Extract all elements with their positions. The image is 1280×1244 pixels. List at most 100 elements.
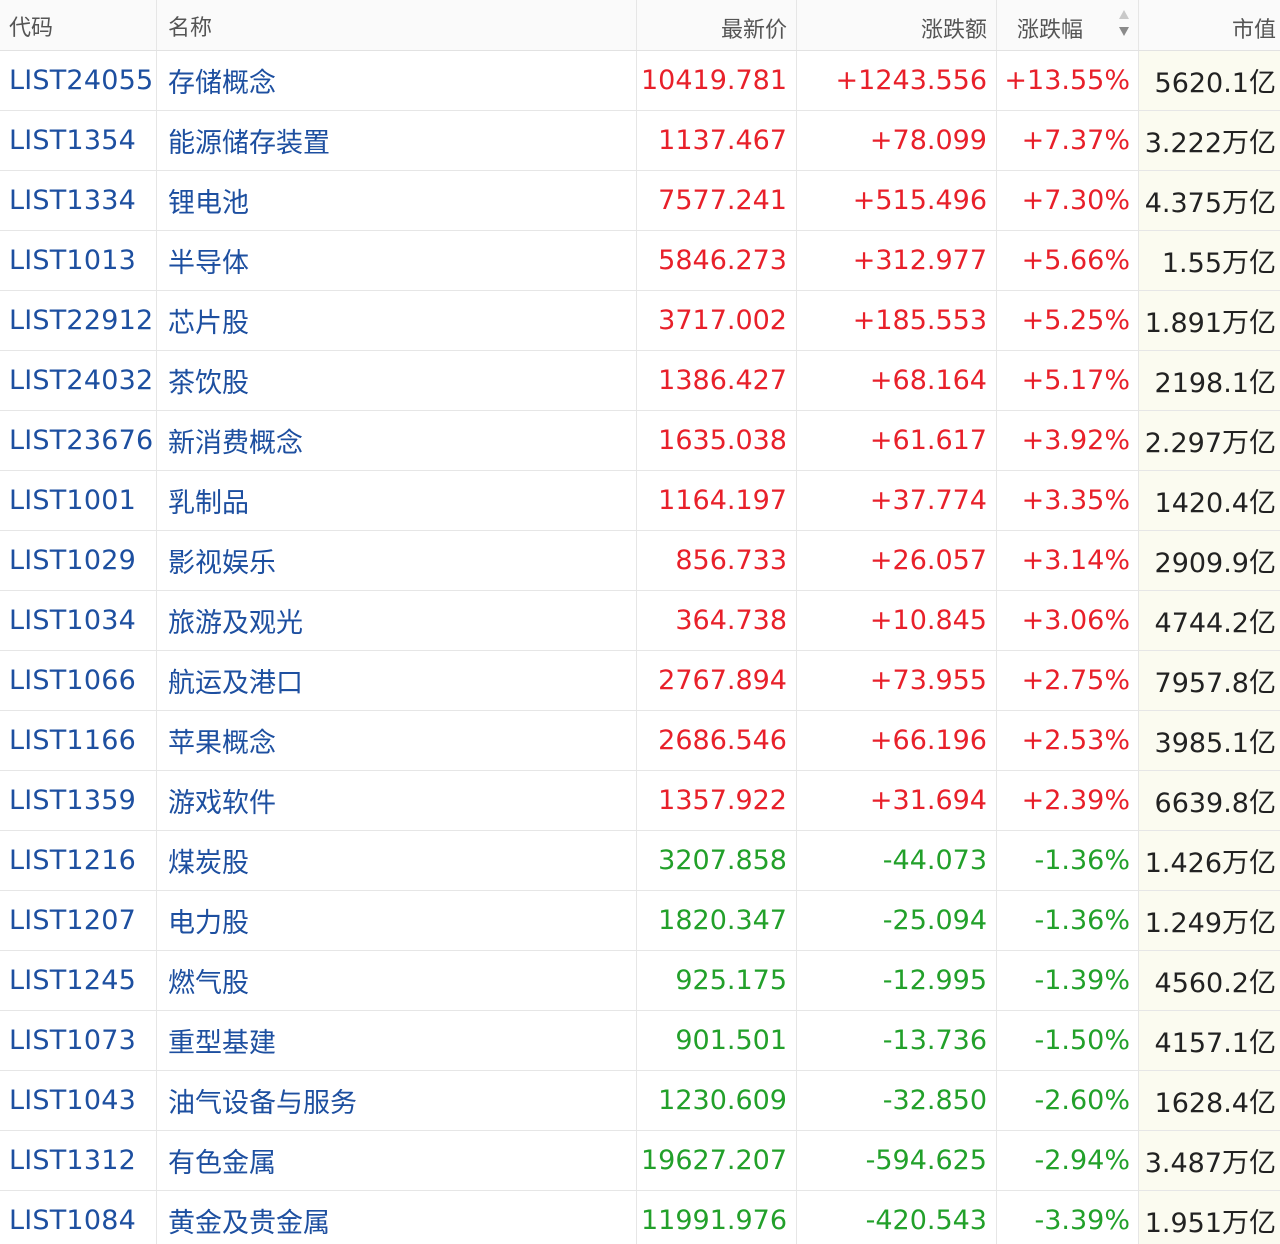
code-cell-text: LIST1084 xyxy=(9,1205,136,1236)
table-row[interactable]: LIST24055 存储概念 10419.781 +1243.556 +13.55% 56… xyxy=(0,51,1280,111)
code-cell-text: LIST1207 xyxy=(9,905,136,936)
name-cell[interactable]: 航运及港口 xyxy=(157,651,637,710)
code-cell[interactable]: LIST1013 xyxy=(0,231,157,290)
name-cell[interactable]: 影视娱乐 xyxy=(157,531,637,590)
pct-cell-text: +3.06% xyxy=(1021,605,1130,636)
name-cell[interactable]: 乳制品 xyxy=(157,471,637,530)
name-cell-text: 有色金属 xyxy=(168,1148,276,1179)
name-cell[interactable]: 苹果概念 xyxy=(157,711,637,770)
table-row[interactable]: LIST1043 油气设备与服务 1230.609 -32.850 -2.60% 1628… xyxy=(0,1071,1280,1131)
name-cell[interactable]: 存储概念 xyxy=(157,51,637,110)
pct-cell: -1.36% xyxy=(997,891,1139,950)
table-row[interactable]: LIST1029 影视娱乐 856.733 +26.057 +3.14% 2909.9亿 xyxy=(0,531,1280,591)
pct-cell-text: +7.30% xyxy=(1021,185,1130,216)
code-cell[interactable]: LIST1245 xyxy=(0,951,157,1010)
code-cell-text: LIST1334 xyxy=(9,185,136,216)
column-header-cap[interactable]: 市值 xyxy=(1139,0,1280,50)
price-cell: 1137.467 xyxy=(637,111,797,170)
table-row[interactable]: LIST1245 燃气股 925.175 -12.995 -1.39% 4560.2亿 xyxy=(0,951,1280,1011)
code-cell[interactable]: LIST24055 xyxy=(0,51,157,110)
pct-cell: +2.75% xyxy=(997,651,1139,710)
cap-cell-text: 1.951万亿 xyxy=(1144,1208,1276,1239)
name-cell[interactable]: 半导体 xyxy=(157,231,637,290)
pct-cell: +7.37% xyxy=(997,111,1139,170)
code-cell[interactable]: LIST1334 xyxy=(0,171,157,230)
name-cell[interactable]: 能源储存装置 xyxy=(157,111,637,170)
price-cell: 1386.427 xyxy=(637,351,797,410)
table-row[interactable]: LIST1073 重型基建 901.501 -13.736 -1.50% 4157.1亿 xyxy=(0,1011,1280,1071)
name-cell[interactable]: 油气设备与服务 xyxy=(157,1071,637,1130)
name-cell[interactable]: 燃气股 xyxy=(157,951,637,1010)
name-cell-text: 燃气股 xyxy=(168,968,249,999)
price-cell-text: 1386.427 xyxy=(658,365,787,396)
name-cell[interactable]: 旅游及观光 xyxy=(157,591,637,650)
column-header-pct-label: 涨跌幅 xyxy=(1017,18,1084,43)
table-row[interactable]: LIST1013 半导体 5846.273 +312.977 +5.66% 1.55万亿 xyxy=(0,231,1280,291)
name-cell[interactable]: 游戏软件 xyxy=(157,771,637,830)
table-row[interactable]: LIST1334 锂电池 7577.241 +515.496 +7.30% 4.375万亿 xyxy=(0,171,1280,231)
column-header-name[interactable]: 名称 xyxy=(157,0,637,50)
code-cell-text: LIST22912 xyxy=(9,305,154,336)
code-cell[interactable]: LIST1073 xyxy=(0,1011,157,1070)
column-header-price[interactable]: 最新价 xyxy=(637,0,797,50)
table-row[interactable]: LIST24032 茶饮股 1386.427 +68.164 +5.17% 2198.1亿 xyxy=(0,351,1280,411)
cap-cell: 4.375万亿 xyxy=(1139,171,1280,230)
column-header-change[interactable]: 涨跌额 xyxy=(797,0,997,50)
table-row[interactable]: LIST22912 芯片股 3717.002 +185.553 +5.25% 1.891万… xyxy=(0,291,1280,351)
name-cell-text: 电力股 xyxy=(168,908,249,939)
change-cell-text: +185.553 xyxy=(852,305,987,336)
table-row[interactable]: LIST1001 乳制品 1164.197 +37.774 +3.35% 1420.4亿 xyxy=(0,471,1280,531)
code-cell[interactable]: LIST1207 xyxy=(0,891,157,950)
cap-cell-text: 2.297万亿 xyxy=(1144,428,1276,459)
name-cell-text: 半导体 xyxy=(168,248,249,279)
price-cell: 3207.858 xyxy=(637,831,797,890)
code-cell[interactable]: LIST24032 xyxy=(0,351,157,410)
name-cell[interactable]: 新消费概念 xyxy=(157,411,637,470)
name-cell[interactable]: 重型基建 xyxy=(157,1011,637,1070)
name-cell[interactable]: 有色金属 xyxy=(157,1131,637,1190)
code-cell[interactable]: LIST23676 xyxy=(0,411,157,470)
table-row[interactable]: LIST1084 黄金及贵金属 11991.976 -420.543 -3.39% 1.9… xyxy=(0,1191,1280,1244)
table-row[interactable]: LIST1066 航运及港口 2767.894 +73.955 +2.75% 7957.8… xyxy=(0,651,1280,711)
column-header-code[interactable]: 代码 xyxy=(0,0,157,50)
code-cell-text: LIST1029 xyxy=(9,545,136,576)
table-row[interactable]: LIST23676 新消费概念 1635.038 +61.617 +3.92% 2.297… xyxy=(0,411,1280,471)
pct-cell-text: +3.92% xyxy=(1021,425,1130,456)
code-cell[interactable]: LIST1034 xyxy=(0,591,157,650)
name-cell[interactable]: 茶饮股 xyxy=(157,351,637,410)
sort-icon[interactable] xyxy=(1118,8,1130,38)
name-cell[interactable]: 黄金及贵金属 xyxy=(157,1191,637,1244)
code-cell[interactable]: LIST1354 xyxy=(0,111,157,170)
price-cell: 5846.273 xyxy=(637,231,797,290)
code-cell[interactable]: LIST1001 xyxy=(0,471,157,530)
code-cell[interactable]: LIST1066 xyxy=(0,651,157,710)
table-row[interactable]: LIST1359 游戏软件 1357.922 +31.694 +2.39% 6639.8亿 xyxy=(0,771,1280,831)
code-cell[interactable]: LIST1043 xyxy=(0,1071,157,1130)
name-cell[interactable]: 芯片股 xyxy=(157,291,637,350)
code-cell[interactable]: LIST1359 xyxy=(0,771,157,830)
table-row[interactable]: LIST1166 苹果概念 2686.546 +66.196 +2.53% 3985.1亿 xyxy=(0,711,1280,771)
table-row[interactable]: LIST1354 能源储存装置 1137.467 +78.099 +7.37% 3.222… xyxy=(0,111,1280,171)
name-cell[interactable]: 电力股 xyxy=(157,891,637,950)
code-cell[interactable]: LIST1029 xyxy=(0,531,157,590)
name-cell[interactable]: 煤炭股 xyxy=(157,831,637,890)
table-row[interactable]: LIST1312 有色金属 19627.207 -594.625 -2.94% 3.487… xyxy=(0,1131,1280,1191)
name-cell[interactable]: 锂电池 xyxy=(157,171,637,230)
table-row[interactable]: LIST1216 煤炭股 3207.858 -44.073 -1.36% 1.426万亿 xyxy=(0,831,1280,891)
change-cell: -25.094 xyxy=(797,891,997,950)
code-cell[interactable]: LIST1084 xyxy=(0,1191,157,1244)
column-header-cap-label: 市值 xyxy=(1231,18,1276,43)
change-cell-text: -44.073 xyxy=(882,845,987,876)
cap-cell-text: 3.222万亿 xyxy=(1144,128,1276,159)
code-cell[interactable]: LIST1166 xyxy=(0,711,157,770)
code-cell[interactable]: LIST22912 xyxy=(0,291,157,350)
code-cell[interactable]: LIST1216 xyxy=(0,831,157,890)
cap-cell-text: 1.55万亿 xyxy=(1161,248,1276,279)
cap-cell-text: 4.375万亿 xyxy=(1144,188,1276,219)
table-row[interactable]: LIST1207 电力股 1820.347 -25.094 -1.36% 1.249万亿 xyxy=(0,891,1280,951)
code-cell[interactable]: LIST1312 xyxy=(0,1131,157,1190)
table-row[interactable]: LIST1034 旅游及观光 364.738 +10.845 +3.06% 4744.2亿 xyxy=(0,591,1280,651)
price-cell: 2686.546 xyxy=(637,711,797,770)
change-cell-text: +312.977 xyxy=(852,245,987,276)
column-header-pct[interactable]: 涨跌幅 xyxy=(997,0,1139,50)
